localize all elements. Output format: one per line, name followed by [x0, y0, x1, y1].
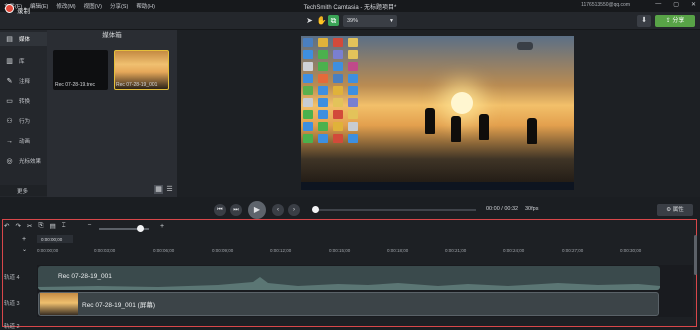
ruler-tick-label: 0:00:27;00: [562, 248, 584, 253]
timeline-zoom-handle[interactable]: [137, 225, 144, 232]
ruler-tick-label: 0:00:03;00: [94, 248, 116, 253]
add-track-icon[interactable]: +: [22, 236, 26, 243]
media-bin-title: 媒体箱: [102, 32, 122, 39]
grid-view-icon[interactable]: ▦: [154, 185, 163, 194]
ruler-tick-label: 0:00:30;00: [620, 248, 642, 253]
cut-icon[interactable]: ✂: [27, 222, 32, 230]
nav-item-library[interactable]: ▥ 库: [0, 54, 47, 68]
ruler-tick-label: 0:00:21;00: [445, 248, 467, 253]
nav-label: 注释: [19, 79, 31, 85]
media-name: Rec 07-28-19_001: [116, 82, 158, 88]
nav-label: 媒体: [19, 37, 31, 43]
preview-figure: [479, 114, 489, 140]
nav-item-media[interactable]: ▤ 媒体: [0, 32, 47, 46]
nav-label: 动画: [19, 139, 31, 145]
title-bar: 文件(F) 编辑(E) 修改(M) 视图(V) 分享(S) 帮助(H) Tech…: [0, 0, 700, 12]
zoom-value: 39%: [347, 18, 359, 24]
minimize-button[interactable]: —: [655, 1, 661, 8]
nav-item-transition[interactable]: ▭ 转换: [0, 94, 47, 108]
track-label: 轨道 3: [4, 301, 20, 307]
video-preview[interactable]: [301, 36, 574, 190]
audio-clip[interactable]: Rec 07-28-19_001: [38, 266, 660, 290]
timeline-ruler[interactable]: [37, 243, 692, 255]
ruler-tick-label: 0:00:12;00: [270, 248, 292, 253]
step-back-icon[interactable]: ⏮: [214, 204, 226, 216]
annotation-icon: ✎: [6, 78, 13, 85]
nav-label: 转换: [19, 99, 31, 105]
next-clip-icon[interactable]: ›: [288, 204, 300, 216]
audio-clip-name: Rec 07-28-19_001: [58, 273, 112, 280]
animation-icon: →: [6, 137, 13, 145]
record-icon[interactable]: [5, 4, 14, 13]
transition-icon: ▭: [6, 98, 13, 105]
nav-item-behavior[interactable]: ⚇ 行为: [0, 114, 47, 128]
preview-sun: [451, 92, 473, 114]
playback-fps: 30fps: [525, 206, 539, 212]
playback-scrubber-handle[interactable]: [312, 206, 319, 213]
close-button[interactable]: ✕: [691, 1, 696, 8]
track-label: 轨道 4: [4, 275, 20, 281]
playback-timecode: 00:00 / 00:32: [486, 206, 519, 212]
nav-label: 库: [19, 59, 25, 65]
ruler-tick-label: 0:00:24;00: [503, 248, 525, 253]
account-email[interactable]: 1176513550@qq.com: [581, 2, 630, 8]
playback-scrubber-track[interactable]: [314, 209, 476, 211]
ruler-tick-label: 0:00:15;00: [329, 248, 351, 253]
split-icon[interactable]: ⌶: [62, 222, 66, 230]
undo-icon[interactable]: ↶: [4, 222, 9, 230]
redo-icon[interactable]: ↷: [15, 222, 20, 230]
prev-clip-icon[interactable]: ‹: [272, 204, 284, 216]
window-controls: — ▢ ✕: [655, 1, 696, 8]
playhead-time: 0:00:00;00: [37, 235, 73, 243]
media-icon: ▤: [6, 36, 13, 43]
zoom-in-icon[interactable]: +: [160, 223, 164, 230]
video-clip-name: Rec 07-28-19_001 (屏幕): [82, 302, 155, 309]
preview-figure: [527, 118, 537, 144]
chevron-down-icon: ▼: [389, 18, 394, 24]
step-forward-icon[interactable]: ⏭: [230, 204, 242, 216]
ruler-tick-label: 0:00:09;00: [212, 248, 234, 253]
record-button-label[interactable]: 录制: [17, 5, 30, 15]
share-button[interactable]: ⇪ 分享: [655, 15, 695, 27]
nav-item-animation[interactable]: → 动画: [0, 134, 47, 148]
properties-label: 属性: [672, 207, 684, 213]
playback-bar: [0, 197, 700, 219]
ruler-tick-label: 0:00:18;00: [387, 248, 409, 253]
download-icon[interactable]: ⬇: [637, 15, 651, 27]
cursor-effect-icon: ◎: [6, 158, 13, 165]
nav-item-annotation[interactable]: ✎ 注释: [0, 74, 47, 88]
paste-icon[interactable]: ▤: [50, 222, 56, 230]
preview-figure: [425, 108, 435, 134]
ruler-tick-label: 0:00:06;00: [153, 248, 175, 253]
preview-figure: [451, 116, 461, 142]
preview-cursor-overlay: [517, 42, 533, 50]
audio-waveform: [38, 277, 660, 290]
crop-icon[interactable]: ⧉: [328, 15, 339, 26]
ruler-tick-label: 0:00:00;00: [37, 248, 59, 253]
nav-label: 行为: [19, 119, 31, 125]
nav-item-cursor-effects[interactable]: ◎ 光标效果: [0, 154, 47, 168]
timeline-scrollbar[interactable]: [694, 235, 697, 275]
properties-button[interactable]: ⚙ 属性: [657, 204, 693, 216]
behavior-icon: ⚇: [6, 118, 13, 125]
share-label: 分享: [672, 18, 685, 24]
list-view-icon[interactable]: ☰: [165, 185, 174, 194]
preview-desktop-icons: [303, 38, 363, 143]
video-clip-thumbnail: [40, 293, 78, 315]
maximize-button[interactable]: ▢: [673, 1, 679, 8]
cursor-arrow-icon[interactable]: ➤: [304, 15, 315, 26]
play-button[interactable]: ▶: [248, 201, 266, 219]
copy-icon[interactable]: ⎘: [38, 222, 43, 230]
timeline-tools: ↶ ↷ ✂ ⎘ ▤ ⌶ −: [4, 222, 91, 230]
library-icon: ▥: [6, 58, 13, 65]
collapse-tracks-icon[interactable]: ⌄: [22, 246, 27, 253]
media-name: Rec 07-28-19.trec: [55, 82, 96, 88]
preview-taskbar: [301, 182, 574, 190]
zoom-select[interactable]: 39% ▼: [343, 15, 397, 27]
hand-pan-icon[interactable]: ✋: [316, 15, 327, 26]
zoom-out-icon[interactable]: −: [88, 222, 92, 230]
nav-label: 光标效果: [19, 159, 42, 165]
